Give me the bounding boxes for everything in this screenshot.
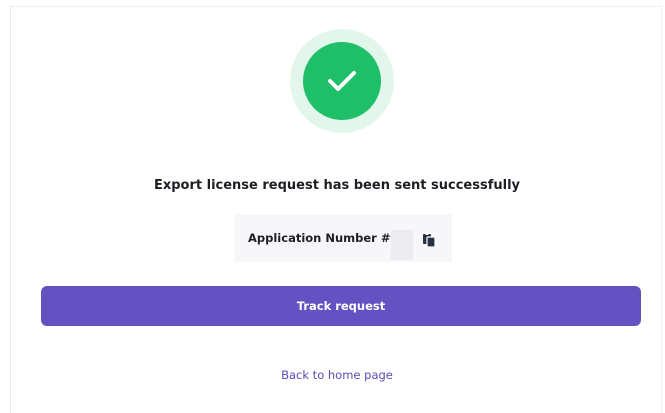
confirmation-card: Export license request has been sent suc… [10, 6, 662, 413]
application-number-value [391, 230, 413, 260]
application-number-label: Application Number # [248, 231, 391, 245]
success-message: Export license request has been sent suc… [153, 178, 521, 193]
application-number-box: Application Number # [234, 214, 452, 262]
checkmark-icon [328, 71, 356, 91]
success-badge [290, 29, 394, 133]
success-circle [303, 42, 381, 120]
back-to-home-link[interactable]: Back to home page [11, 368, 663, 382]
track-request-button[interactable]: Track request [41, 286, 641, 326]
copy-icon[interactable] [421, 232, 437, 248]
